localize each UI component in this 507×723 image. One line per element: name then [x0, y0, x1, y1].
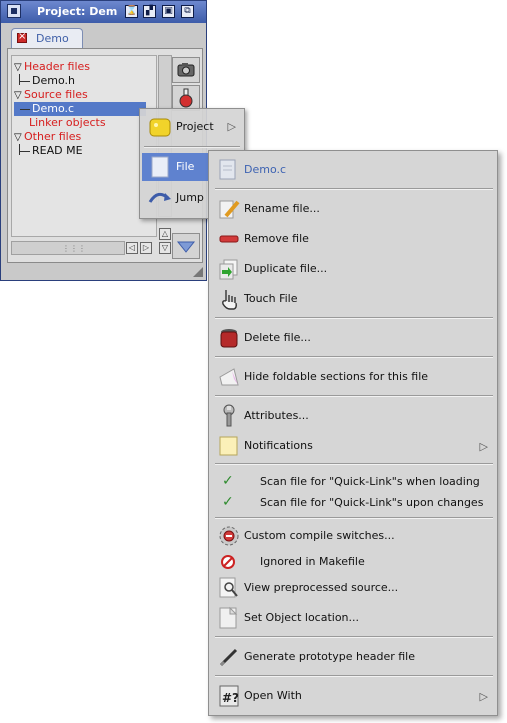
object-file-icon [219, 606, 238, 629]
trash-icon [220, 329, 238, 348]
tree-item-read-me[interactable]: READ ME [20, 144, 83, 158]
flask-icon [179, 88, 193, 108]
menu-item-touch-file[interactable]: Touch File [210, 286, 496, 312]
separator [215, 356, 493, 358]
horizontal-scrollbar[interactable]: ⋮⋮⋮ [11, 241, 125, 255]
snapshot-icon[interactable]: ▣ [162, 5, 175, 18]
menu-item-generate-prototype[interactable]: Generate prototype header file [210, 644, 496, 670]
scroll-left-arrow-icon[interactable]: ◁ [126, 242, 138, 254]
submenu-arrow-icon: ▷ [479, 440, 488, 453]
camera-icon [177, 63, 195, 77]
duplicate-icon [219, 259, 238, 280]
menu-item-hide-foldable[interactable]: Hide foldable sections for this file [210, 364, 496, 390]
project-icon [149, 118, 171, 137]
magnifier-document-icon [219, 577, 238, 598]
hand-pointer-icon [222, 290, 237, 310]
separator [215, 636, 493, 638]
file-tree[interactable]: ▽ Header files Demo.h ▽ Source files Demo.… [11, 55, 157, 237]
menu-item-attributes[interactable]: Attributes... [210, 403, 496, 429]
submenu-arrow-icon: ▷ [479, 690, 488, 703]
menu-item-notifications[interactable]: Notifications ▷ [210, 433, 496, 459]
checkmark-icon: ✓ [222, 494, 234, 510]
expand-triangle-icon[interactable]: ▽ [14, 131, 24, 145]
close-icon[interactable] [7, 4, 21, 18]
tree-group-source-files[interactable]: ▽ Source files [14, 88, 88, 102]
zoom-icon[interactable]: ▞ [143, 5, 156, 18]
depth-icon[interactable]: ⧉ [181, 5, 194, 18]
forbidden-icon [221, 555, 235, 569]
scroll-right-arrow-icon[interactable]: ▷ [140, 242, 152, 254]
menu-item-demo-c-header: Demo.c [210, 157, 496, 183]
separator [215, 517, 493, 519]
svg-text:#?: #? [222, 691, 239, 705]
fold-icon [219, 368, 239, 386]
separator [215, 317, 493, 319]
menu-item-rename-file[interactable]: Rename file... [210, 196, 496, 222]
separator [215, 188, 493, 190]
iconify-icon[interactable]: ⌛ [125, 5, 138, 18]
pen-icon [219, 648, 238, 667]
tab-close-icon[interactable] [17, 31, 27, 43]
tab-label: Demo [36, 32, 69, 45]
scroll-down-arrow-icon[interactable]: ▽ [159, 242, 171, 254]
menu-item-open-with[interactable]: #? Open With ▷ [210, 683, 496, 709]
compile-gear-icon [219, 526, 239, 546]
separator [215, 463, 493, 465]
separator [215, 675, 493, 677]
menu-item-set-object-location[interactable]: Set Object location... [210, 605, 496, 631]
move-down-tool-button[interactable] [172, 233, 200, 259]
menu-item-ignored-makefile[interactable]: Ignored in Makefile [210, 549, 496, 575]
checkmark-icon: ✓ [222, 473, 234, 489]
menu-item-duplicate-file[interactable]: Duplicate file... [210, 256, 496, 282]
menu-item-remove-file[interactable]: Remove file [210, 226, 496, 252]
wrench-icon [223, 404, 235, 427]
jump-icon [148, 192, 171, 203]
submenu-arrow-icon: ▷ [227, 120, 236, 133]
tab-demo[interactable]: Demo [11, 28, 83, 48]
file-icon [151, 156, 169, 178]
window-title: Project: Dem [37, 5, 118, 18]
tree-item-demo-h[interactable]: Demo.h [20, 74, 75, 88]
remove-minus-icon [219, 235, 239, 243]
scroll-grip-icon: ⋮⋮⋮ [62, 244, 86, 253]
expand-triangle-icon[interactable]: ▽ [14, 61, 24, 75]
tree-group-other-files[interactable]: ▽ Other files [14, 130, 81, 144]
menu-item-scan-changes[interactable]: ✓ Scan file for "Quick-Link"s upon chang… [210, 490, 496, 516]
arrow-down-icon [176, 241, 196, 253]
open-with-icon: #? [219, 685, 239, 707]
rename-pencil-icon [219, 200, 240, 219]
scroll-up-arrow-icon[interactable]: △ [159, 228, 171, 240]
menu-item-project[interactable]: Project ▷ [142, 113, 242, 141]
resize-handle-icon[interactable] [193, 267, 203, 277]
tree-item-demo-c[interactable]: Demo.c [19, 102, 74, 116]
file-submenu: Demo.c Rename file... Remove file Duplic… [208, 150, 498, 716]
menu-item-custom-compile[interactable]: Custom compile switches... [210, 523, 496, 549]
separator [215, 395, 493, 397]
menu-item-view-preprocessed[interactable]: View preprocessed source... [210, 575, 496, 601]
document-icon [219, 159, 236, 180]
tree-group-header-files[interactable]: ▽ Header files [14, 60, 90, 74]
menu-item-delete-file[interactable]: Delete file... [210, 325, 496, 351]
note-icon [219, 436, 238, 456]
expand-triangle-icon[interactable]: ▽ [14, 89, 24, 103]
camera-tool-button[interactable] [172, 57, 200, 83]
window-titlebar[interactable]: Project: Dem ⌛ ▞ ▣ ⧉ [1, 1, 206, 23]
tree-group-linker-objects[interactable]: Linker objects [29, 116, 106, 130]
